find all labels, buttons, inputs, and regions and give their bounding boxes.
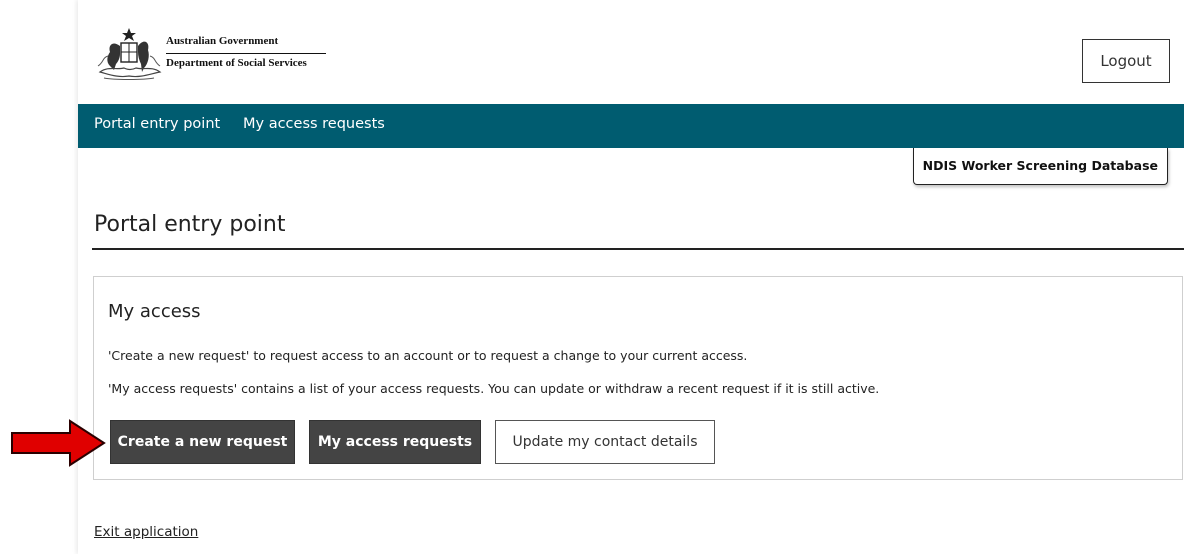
red-arrow-annotation-icon: [11, 419, 106, 467]
my-access-requests-button[interactable]: My access requests: [309, 420, 481, 464]
agency-name: Australian Government Department of Soci…: [166, 34, 326, 72]
access-requests-description: 'My access requests' contains a list of …: [108, 381, 880, 396]
agency-line-1: Australian Government: [166, 34, 326, 54]
government-logo[interactable]: Australian Government Department of Soci…: [94, 26, 334, 84]
create-new-request-button[interactable]: Create a new request: [110, 420, 295, 464]
title-divider: [92, 248, 1184, 250]
my-access-panel: My access 'Create a new request' to requ…: [93, 276, 1183, 480]
logout-button[interactable]: Logout: [1082, 39, 1170, 83]
nav-item-my-access-requests[interactable]: My access requests: [243, 116, 385, 132]
main-nav: Portal entry point My access requests: [78, 104, 1184, 148]
database-tag: NDIS Worker Screening Database: [912, 148, 1168, 185]
agency-line-2: Department of Social Services: [166, 56, 307, 69]
nav-item-portal-entry-point[interactable]: Portal entry point: [94, 116, 220, 132]
coat-of-arms-icon: [97, 28, 162, 80]
portal-page: Australian Government Department of Soci…: [78, 0, 1184, 554]
update-contact-details-button[interactable]: Update my contact details: [495, 420, 715, 464]
page-title: Portal entry point: [94, 212, 286, 237]
site-header: Australian Government Department of Soci…: [78, 12, 1184, 104]
create-request-description: 'Create a new request' to request access…: [108, 348, 748, 363]
panel-title: My access: [108, 301, 201, 322]
exit-application-link[interactable]: Exit application: [94, 524, 198, 540]
